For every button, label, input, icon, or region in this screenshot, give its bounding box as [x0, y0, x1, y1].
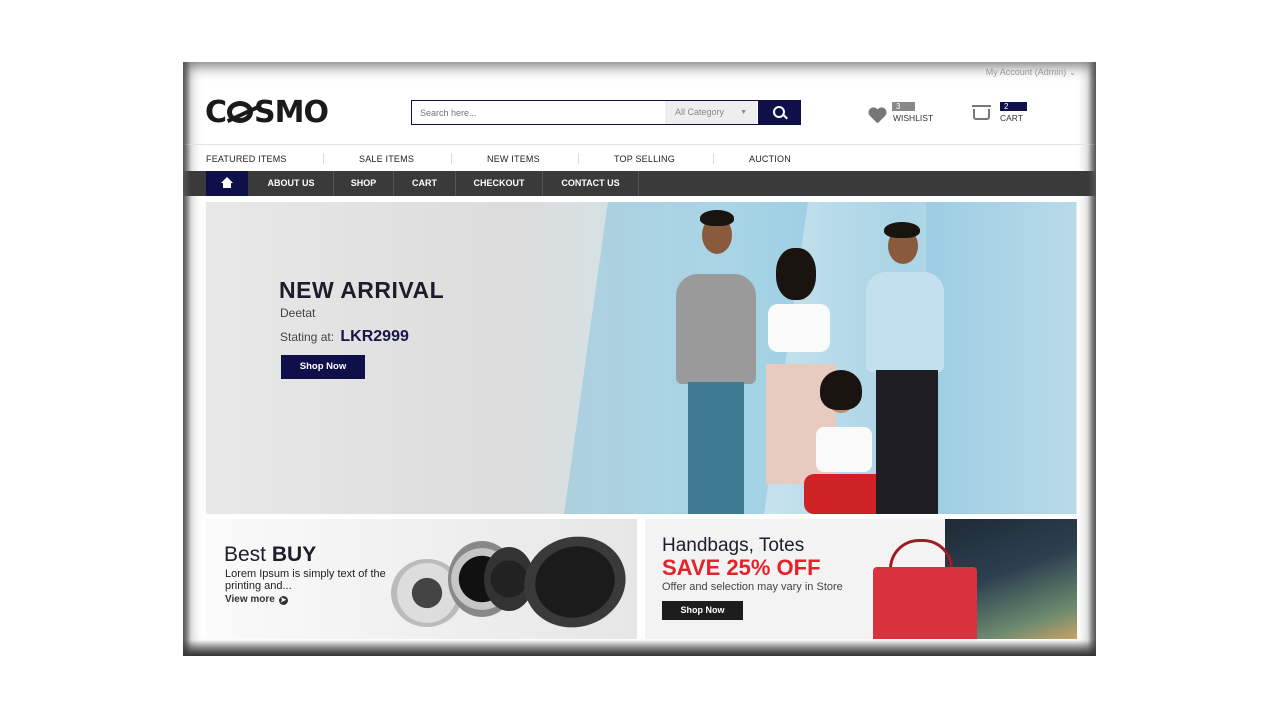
divider	[713, 153, 714, 164]
divider	[578, 153, 579, 164]
hero-subtitle: Deetat	[280, 306, 316, 320]
frame-shadow	[183, 62, 191, 656]
logo-text-start: C	[205, 95, 227, 130]
wishlist-count-badge: 3 item	[892, 102, 916, 120]
hero-price-label: Stating at:	[280, 330, 335, 344]
model-shirt	[676, 274, 756, 384]
home-icon	[221, 177, 233, 189]
hero-price: LKR2999	[340, 328, 409, 345]
home-button[interactable]	[206, 171, 248, 196]
nav-cart[interactable]: CART	[394, 171, 456, 196]
category-nav: FEATURED ITEMS SALE ITEMS NEW ITEMS TOP …	[183, 144, 1096, 172]
promo-best-buy-title: Best BUY	[224, 543, 316, 567]
main-nav: ABOUT US SHOP CART CHECKOUT CONTACT US	[183, 171, 1096, 196]
wireless-charger-product-image	[514, 525, 636, 639]
model-hair	[776, 248, 816, 300]
hero-shop-now-button[interactable]: Shop Now	[281, 355, 365, 379]
promo-handbags-description: Offer and selection may vary in Store	[662, 581, 843, 593]
category-select-value: All Category	[675, 107, 725, 117]
category-top-selling[interactable]: TOP SELLING	[614, 154, 675, 164]
promo-sale-headline: SAVE 25% OFF	[662, 555, 821, 580]
wishlist-label: WISHLIST	[893, 113, 934, 123]
model-hair	[700, 210, 734, 226]
model-tie-dye-shirt	[866, 272, 944, 372]
logo-planet-icon	[227, 101, 254, 123]
model-hair	[884, 222, 920, 238]
basket-icon	[972, 105, 991, 120]
my-account-label: My Account (Admin)	[985, 67, 1067, 77]
logo-text-end: SMO	[254, 95, 329, 130]
hero-banner: NEW ARRIVAL Deetat Stating at: LKR2999 S…	[206, 202, 1077, 514]
website-frame: My Account (Admin)⌄ CSMO All Category ▼ …	[183, 62, 1096, 656]
site-logo[interactable]: C SMO	[205, 95, 329, 130]
category-select[interactable]: All Category ▼	[665, 101, 757, 124]
search-bar: All Category ▼	[411, 100, 801, 125]
divider	[451, 153, 452, 164]
my-account-menu[interactable]: My Account (Admin) ⌄	[986, 67, 1076, 77]
nav-about-us[interactable]: ABOUT US	[249, 171, 334, 196]
nav-contact-us[interactable]: CONTACT US	[543, 171, 639, 196]
promo-title-light: Best	[224, 543, 267, 566]
chevron-down-icon: ⌄	[1069, 68, 1076, 77]
promo-handbags-title: Handbags, Totes	[662, 535, 805, 556]
promo-shop-now-button[interactable]: Shop Now	[662, 601, 743, 620]
search-input[interactable]	[418, 104, 662, 122]
frame-shadow	[183, 640, 1096, 656]
caret-down-icon: ▼	[740, 109, 747, 116]
model-top	[768, 304, 830, 352]
nav-shop[interactable]: SHOP	[334, 171, 394, 196]
arrow-right-icon: ➤	[278, 596, 288, 605]
search-button[interactable]	[758, 101, 800, 124]
promo-best-buy[interactable]: Best BUY Lorem Ipsum is simply text of t…	[206, 519, 637, 639]
search-icon	[773, 106, 785, 118]
cart-label: CART	[1000, 113, 1023, 123]
view-more-link[interactable]: View more ➤	[225, 594, 288, 605]
model-top	[816, 427, 872, 472]
promo-best-buy-description: Lorem Ipsum is simply text of the printi…	[225, 568, 386, 592]
hero-price-line: Stating at: LKR2999	[280, 328, 409, 346]
model-hair	[820, 370, 862, 410]
divider	[323, 153, 324, 164]
model-jeans	[688, 382, 744, 514]
category-sale-items[interactable]: SALE ITEMS	[359, 154, 414, 164]
nav-checkout[interactable]: CHECKOUT	[456, 171, 543, 196]
promo-title-bold: BUY	[271, 543, 317, 566]
heart-icon	[868, 108, 886, 122]
category-new-items[interactable]: NEW ITEMS	[487, 154, 540, 164]
cart-count-badge: 2 items	[1000, 102, 1028, 120]
frame-shadow	[1088, 62, 1096, 656]
hero-models-image	[676, 202, 976, 514]
model-black-pants	[876, 370, 938, 514]
view-more-label: View more	[225, 594, 275, 605]
category-auction[interactable]: AUCTION	[749, 154, 791, 164]
hero-title: NEW ARRIVAL	[279, 277, 445, 303]
handbag-product-image	[873, 567, 977, 639]
promo-handbags[interactable]: Handbags, Totes SAVE 25% OFF Offer and s…	[645, 519, 1077, 639]
category-featured-items[interactable]: FEATURED ITEMS	[206, 154, 287, 164]
